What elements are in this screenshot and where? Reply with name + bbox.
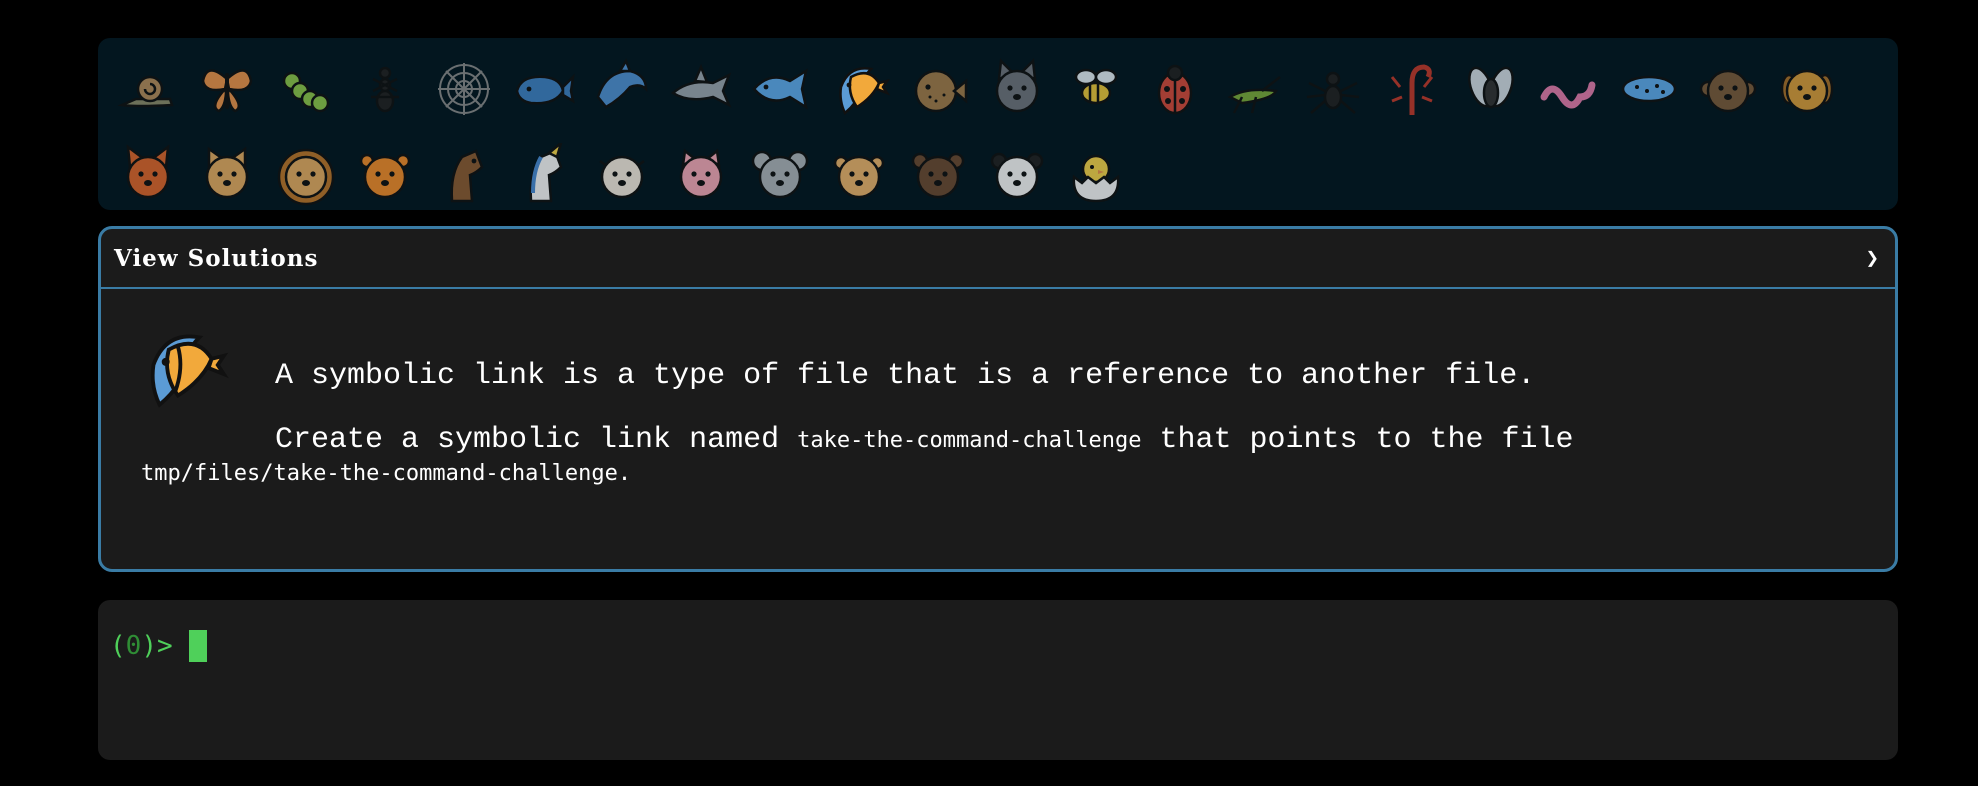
dog-icon	[1780, 69, 1833, 113]
task-prefix: Create a symbolic link named	[275, 423, 798, 457]
level-35-button[interactable]	[1056, 132, 1135, 218]
level-13-button[interactable]	[1056, 46, 1135, 132]
level-15-button[interactable]	[1214, 46, 1293, 132]
tropical-fish-icon	[838, 67, 890, 115]
lion-icon	[277, 148, 334, 206]
level-selector	[98, 38, 1898, 210]
fox-icon	[125, 144, 170, 199]
prompt-open: (	[110, 631, 126, 661]
level-21-button[interactable]	[1688, 46, 1767, 132]
dolphin-icon	[596, 58, 647, 109]
snail-icon	[116, 75, 174, 108]
level-26-button[interactable]	[345, 132, 424, 218]
challenge-description: A symbolic link is a type of file that i…	[275, 359, 1536, 393]
level-34-button[interactable]	[977, 132, 1056, 218]
prompt-close: )>	[141, 631, 173, 661]
chevron-right-icon[interactable]: ❯	[1866, 246, 1879, 271]
level-5-button[interactable]	[424, 46, 503, 132]
level-17-button[interactable]	[1372, 46, 1451, 132]
challenge-task: Create a symbolic link named take-the-co…	[141, 423, 1841, 486]
pig-icon	[679, 148, 722, 199]
level-29-button[interactable]	[582, 132, 661, 218]
wolf-icon	[995, 58, 1038, 113]
level-10-button[interactable]	[819, 46, 898, 132]
level-28-button[interactable]	[503, 132, 582, 218]
level-12-button[interactable]	[977, 46, 1056, 132]
level-23-button[interactable]	[108, 132, 187, 218]
level-3-button[interactable]	[266, 46, 345, 132]
scorpion-icon	[1390, 64, 1433, 115]
level-11-button[interactable]	[898, 46, 977, 132]
level-25-button[interactable]	[266, 132, 345, 218]
level-16-button[interactable]	[1293, 46, 1372, 132]
link-name: take-the-command-challenge	[797, 428, 1142, 453]
level-30-button[interactable]	[661, 132, 740, 218]
ant-icon	[370, 66, 399, 113]
cow-icon	[598, 155, 645, 199]
terminal-prompt: (0)>	[110, 630, 207, 662]
cat-icon	[205, 146, 248, 199]
challenge-panel: View Solutions ❯ A symbolic link is a ty…	[98, 226, 1898, 572]
unicorn-icon	[528, 143, 562, 203]
horse-icon	[449, 149, 483, 203]
spider-icon	[1306, 71, 1359, 114]
ladybug-icon	[1157, 64, 1192, 115]
prompt-exit-code: 0	[125, 631, 142, 661]
level-20-button[interactable]	[1609, 46, 1688, 132]
level-31-button[interactable]	[740, 132, 819, 218]
level-4-button[interactable]	[345, 46, 424, 132]
level-2-button[interactable]	[187, 46, 266, 132]
hamster-icon	[833, 155, 884, 199]
blowfish-icon	[914, 69, 967, 113]
caterpillar-icon	[282, 71, 329, 113]
level-22-button[interactable]	[1767, 46, 1846, 132]
mouse-icon	[751, 150, 808, 199]
level-32-button[interactable]	[819, 132, 898, 218]
cricket-icon	[1226, 76, 1281, 114]
target-path: tmp/files/take-the-command-challenge	[141, 461, 618, 486]
challenge-body: A symbolic link is a type of file that i…	[101, 289, 1895, 569]
level-6-button[interactable]	[503, 46, 582, 132]
whale-icon	[515, 73, 575, 105]
hatching-chick-icon	[1072, 154, 1119, 203]
level-33-button[interactable]	[898, 132, 977, 218]
level-8-button[interactable]	[661, 46, 740, 132]
bee-icon	[1074, 68, 1117, 105]
shark-icon	[670, 63, 731, 108]
view-solutions-toggle[interactable]: View Solutions ❯	[101, 229, 1895, 289]
level-24-button[interactable]	[187, 132, 266, 218]
panda-icon	[990, 152, 1043, 199]
worm-icon	[1540, 81, 1595, 109]
task-suffix: .	[617, 461, 632, 486]
tropical-fish-icon	[150, 334, 229, 408]
level-9-button[interactable]	[740, 46, 819, 132]
level-19-button[interactable]	[1530, 46, 1609, 132]
bear-icon	[911, 152, 964, 199]
task-middle: that points to the file	[1141, 423, 1574, 457]
fly-icon	[1467, 66, 1514, 109]
level-27-button[interactable]	[424, 132, 503, 218]
level-7-button[interactable]	[582, 46, 661, 132]
monkey-icon	[1699, 69, 1756, 113]
level-1-button[interactable]	[108, 46, 187, 132]
butterfly-icon	[201, 69, 252, 113]
spider-web-icon	[437, 63, 490, 115]
view-solutions-label: View Solutions	[114, 244, 319, 272]
terminal-cursor[interactable]	[188, 630, 207, 662]
tiger-icon	[359, 153, 410, 199]
microbe-icon	[1621, 75, 1676, 103]
fish-icon	[751, 68, 808, 110]
level-18-button[interactable]	[1451, 46, 1530, 132]
level-14-button[interactable]	[1135, 46, 1214, 132]
terminal[interactable]: (0)>	[98, 600, 1898, 760]
